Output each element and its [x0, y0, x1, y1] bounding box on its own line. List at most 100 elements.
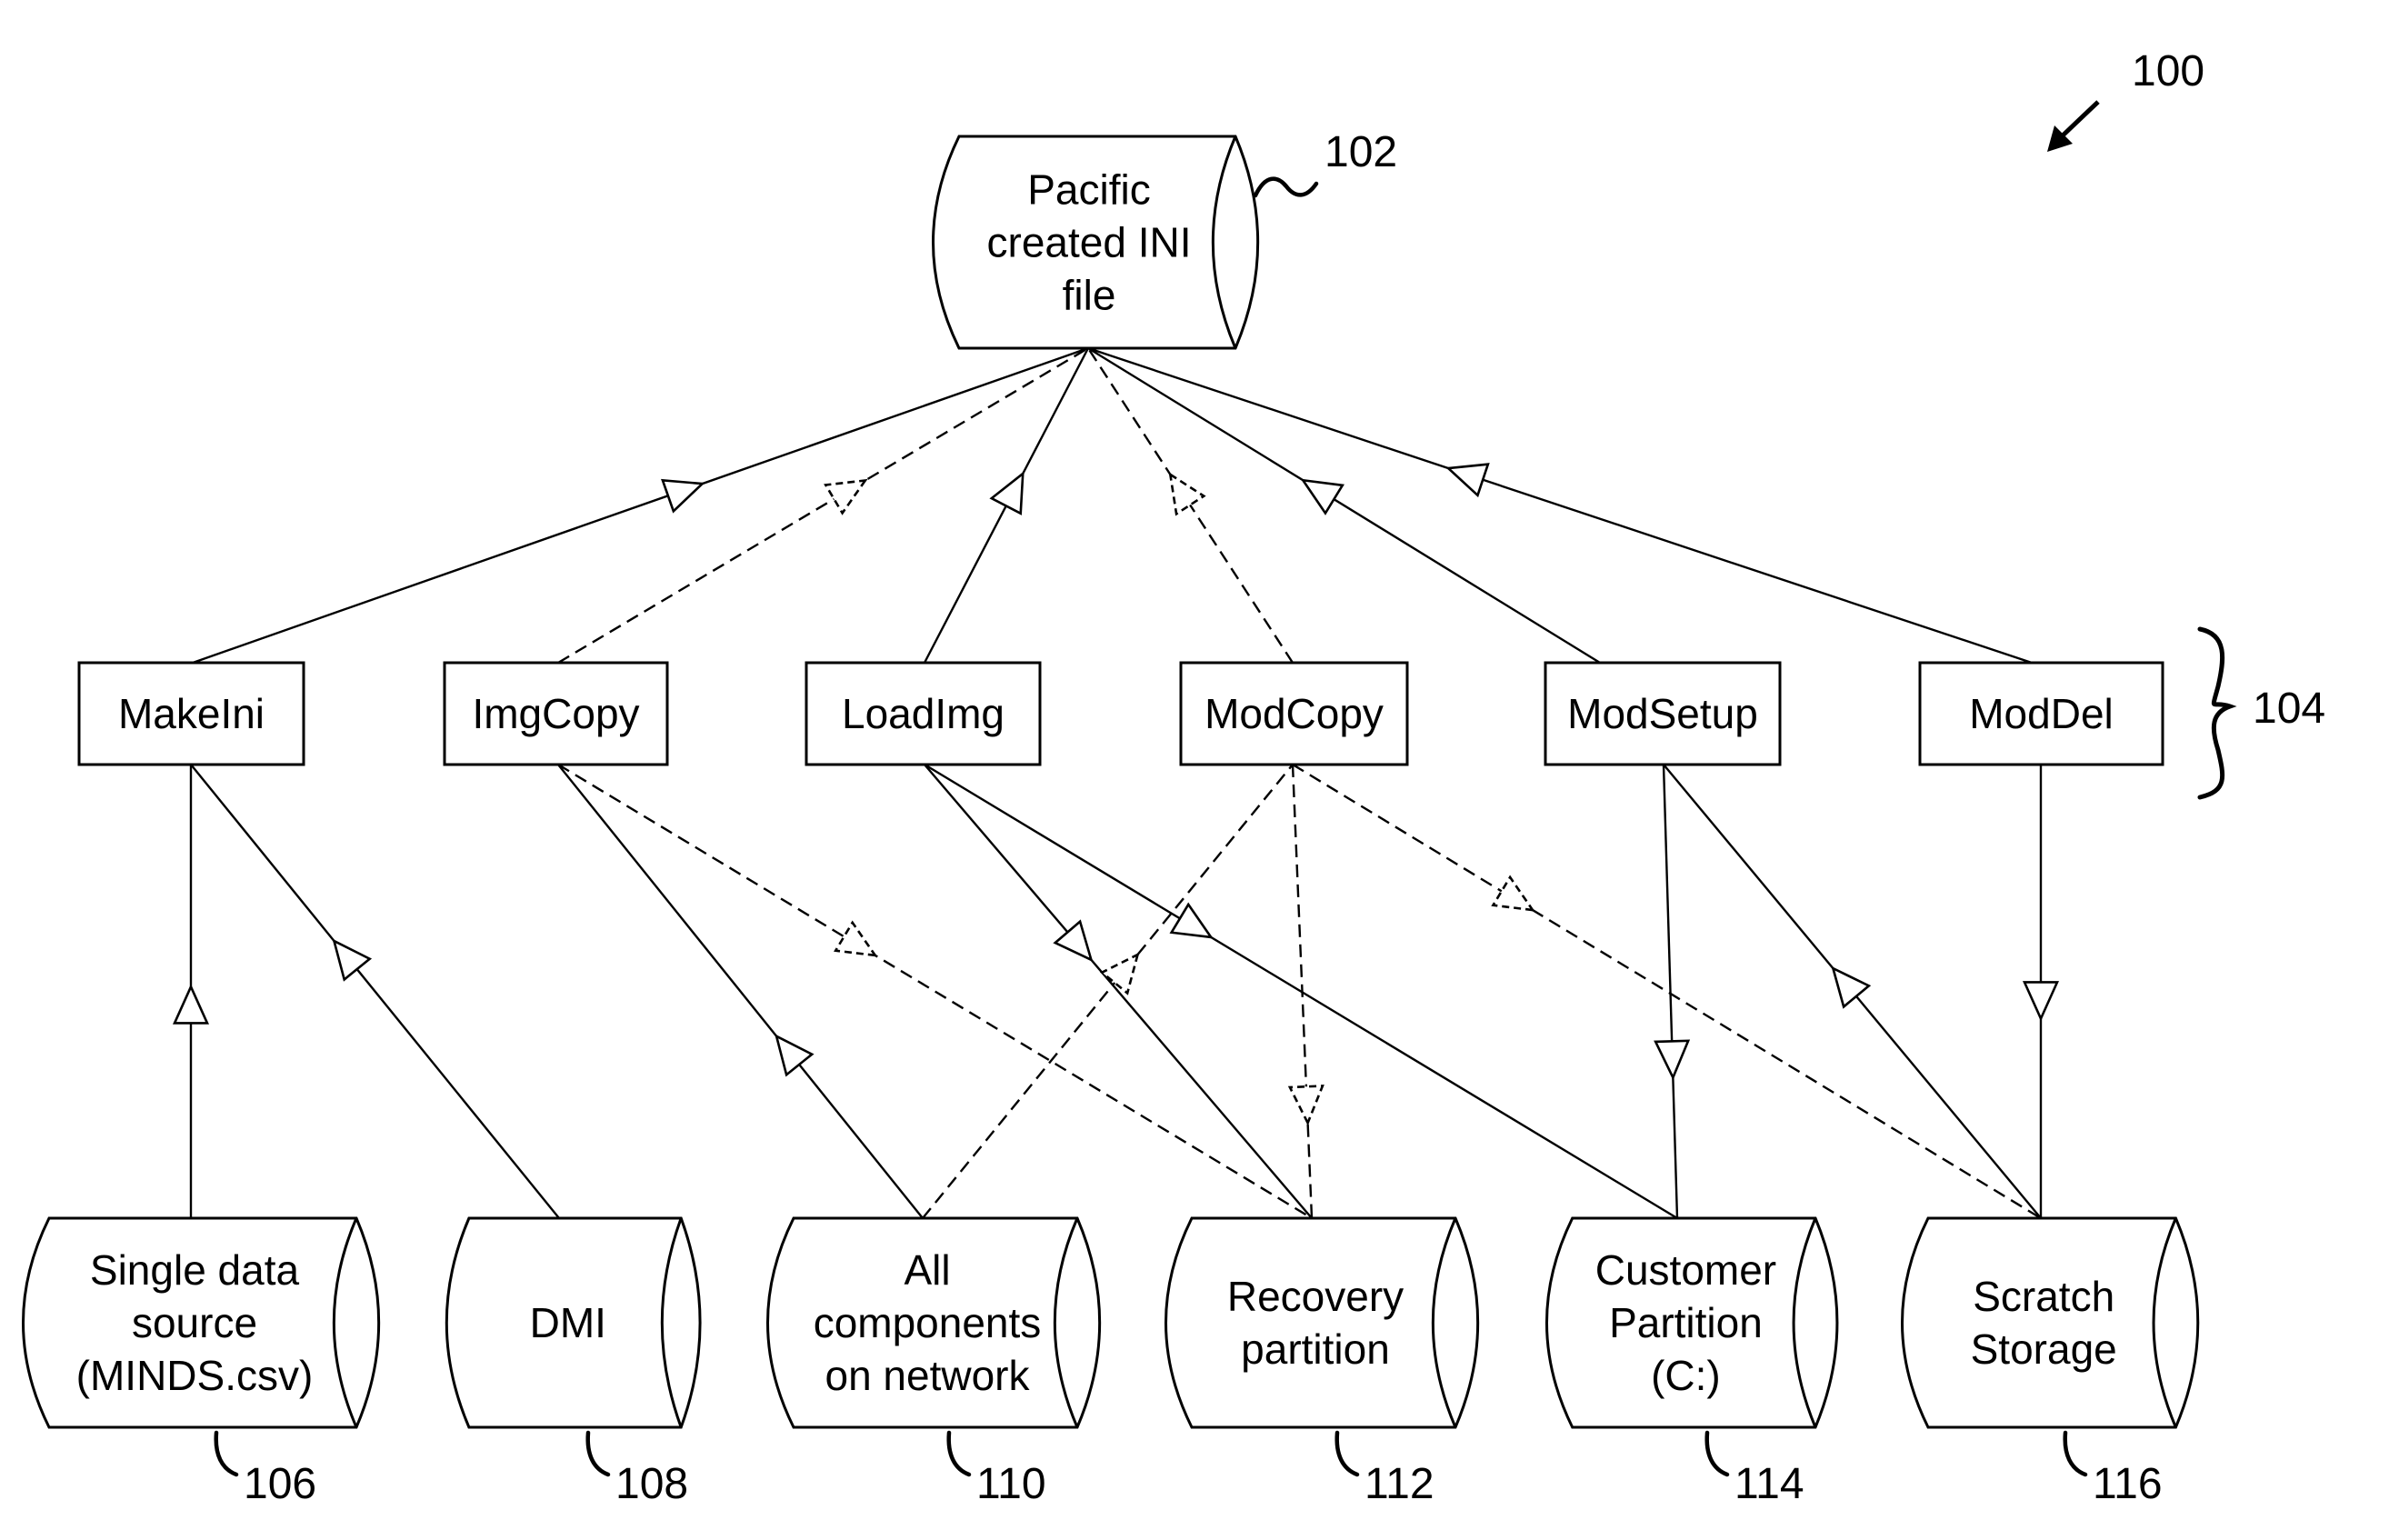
arrowhead-icon [1300, 478, 1344, 515]
reference-leader-icon [1704, 1430, 1730, 1477]
function-label: LoadImg [842, 690, 1005, 737]
connector-line [1086, 347, 1294, 664]
data-store-recovery[interactable]: Recovery partition [1165, 1216, 1480, 1429]
node-label-line: Partition [1609, 1299, 1763, 1346]
store-reference-106: 106 [244, 1460, 316, 1508]
software-architecture-diagram: Pacific created INI file MakeIni ImgCopy Load… [22, 47, 2325, 1508]
node-label-line: Storage [1971, 1325, 2117, 1373]
arrowhead-icon [1654, 1039, 1691, 1081]
cylinder-body [1165, 1216, 1480, 1429]
node-label-line: All [904, 1246, 950, 1294]
function-box-modsetup[interactable]: ModSetup [1544, 661, 1782, 766]
arrowhead-icon [661, 478, 705, 514]
connector-line [1087, 346, 1601, 665]
node-label-line: Customer [1595, 1246, 1776, 1294]
ini-file-node[interactable]: Pacific created INI file [932, 135, 1260, 350]
edge-moddel-to-ini [1087, 346, 2033, 665]
arrowhead-icon [2022, 981, 2060, 1022]
node-label-line: components [814, 1299, 1042, 1346]
function-label: ModSetup [1567, 690, 1758, 737]
store-reference-108: 108 [615, 1460, 688, 1508]
function-box-moddel[interactable]: ModDel [1918, 661, 2164, 766]
arrowhead-icon [775, 1034, 815, 1077]
node-label-line: partition [1241, 1325, 1390, 1373]
store-reference-116: 116 [2093, 1460, 2163, 1508]
arrowhead-icon [989, 471, 1025, 515]
node-label-line: on network [825, 1352, 1030, 1399]
data-store-customer[interactable]: Customer Partition (C:) [1544, 1216, 1839, 1429]
edge-modcopy-to-recovery [1287, 764, 1324, 1219]
node-label-line: source [132, 1299, 257, 1346]
edge-imgcopy-to-recovery [557, 763, 1313, 1220]
reference-leader-icon [1334, 1430, 1360, 1477]
arrowhead-icon [1287, 1085, 1324, 1126]
edge-makeini-to-ini [192, 346, 1089, 665]
node-label-line: created INI [987, 219, 1192, 266]
edge-scratch-to-modsetup [1663, 764, 2042, 1219]
edge-dmi-to-makeini [190, 764, 560, 1219]
nodes-layer: Pacific created INI file MakeIni ImgCopy Load… [22, 135, 2200, 1429]
arrowhead-icon [1445, 463, 1490, 498]
function-box-modcopy[interactable]: ModCopy [1179, 661, 1409, 766]
connector-line [1662, 764, 1679, 1219]
edges-layer [172, 346, 2060, 1220]
data-store-dmi[interactable]: DMI [445, 1216, 702, 1429]
connector-line [924, 763, 1678, 1220]
edge-modcopy-to-scratch [1292, 763, 2042, 1220]
function-box-makeini[interactable]: MakeIni [77, 661, 305, 766]
arrowhead-icon [1099, 952, 1140, 995]
edge-loadimg-to-customer [924, 763, 1678, 1220]
connector-line [1087, 346, 2033, 665]
arrowhead-icon [1168, 472, 1206, 516]
connector-line [192, 346, 1089, 665]
figure-reference-label: 100 [2132, 47, 2204, 95]
node-label-line: (C:) [1651, 1352, 1721, 1399]
data-store-network[interactable]: All components on network [766, 1216, 1102, 1429]
edge-loadimg-to-ini [923, 347, 1090, 664]
arrowhead-icon [1053, 919, 1094, 963]
function-label: ModCopy [1204, 690, 1384, 737]
reference-leader-icon [585, 1430, 611, 1477]
reference-leader-icon [1253, 176, 1319, 198]
node-label-line: Single data [90, 1246, 300, 1294]
ini-file-reference: 102 [1324, 128, 1397, 176]
node-label-line: DMI [530, 1299, 606, 1346]
node-label-line: (MINDS.csv) [76, 1352, 314, 1399]
edge-moddel-to-scratch [2022, 765, 2060, 1218]
function-label: ImgCopy [472, 690, 639, 737]
edge-modsetup-to-ini [1087, 346, 1601, 665]
connector-line [190, 764, 560, 1219]
arrowhead-icon [332, 938, 373, 982]
store-reference-114: 114 [1734, 1460, 1804, 1508]
data-store-scratch[interactable]: Scratch Storage [1901, 1216, 2200, 1429]
connector-line [1292, 763, 2042, 1220]
data-store-minds[interactable]: Single data source (MINDS.csv) [22, 1216, 381, 1429]
arrowhead-icon [824, 478, 868, 515]
connector-line [1291, 764, 1314, 1219]
connector-line [557, 763, 1313, 1220]
node-label-line: file [1063, 272, 1116, 319]
store-reference-112: 112 [1364, 1460, 1434, 1508]
arrowhead-icon [1169, 902, 1214, 939]
function-label: ModDel [1969, 690, 2114, 737]
edge-minds-to-makeini [172, 765, 210, 1218]
reference-leader-icon [2063, 1430, 2088, 1477]
node-label-line: Scratch [1973, 1273, 2114, 1320]
function-box-imgcopy[interactable]: ImgCopy [443, 661, 669, 766]
node-label-line: Recovery [1227, 1273, 1404, 1320]
arrowhead-icon [834, 920, 878, 957]
store-reference-110: 110 [976, 1460, 1046, 1508]
edge-network-to-modcopy [922, 764, 1294, 1219]
connector-line [557, 764, 924, 1219]
edge-modcopy-to-ini [1086, 347, 1294, 664]
connector-line [922, 764, 1294, 1219]
reference-leader-icon [946, 1430, 972, 1477]
group-reference-label: 104 [2253, 685, 2325, 733]
function-label: MakeIni [118, 690, 265, 737]
group-brace-shape [2197, 626, 2237, 800]
function-box-loadimg[interactable]: LoadImg [805, 661, 1042, 766]
arrowhead-icon [172, 984, 210, 1025]
figure-pointer-arrow-icon [2047, 100, 2100, 152]
arrowhead-icon [1491, 875, 1535, 912]
connector-line [924, 764, 1313, 1219]
